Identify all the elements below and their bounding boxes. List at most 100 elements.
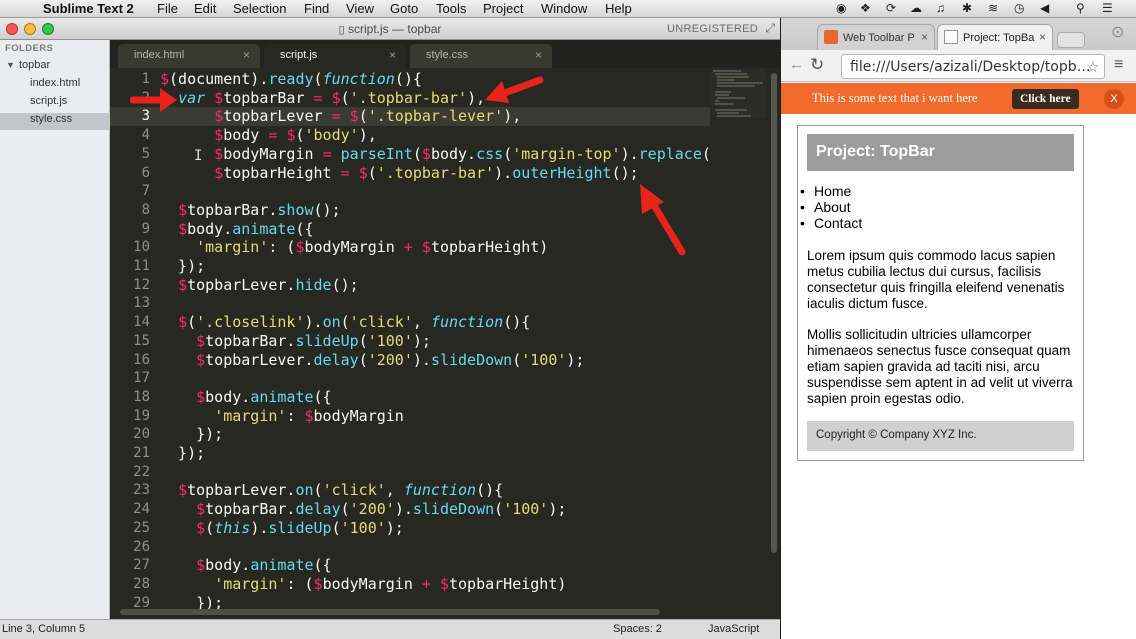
close-tab-icon[interactable]: × <box>535 48 542 62</box>
code-line[interactable]: 'margin': ($bodyMargin + $topbarHeight) <box>160 575 566 594</box>
menu-edit[interactable]: Edit <box>194 1 216 16</box>
nav-home-link[interactable]: Home <box>800 183 851 199</box>
sidebar-folder-topbar[interactable]: topbar <box>19 59 50 71</box>
sync-icon[interactable]: ⟳ <box>886 1 896 15</box>
close-tab-icon[interactable]: × <box>921 30 928 44</box>
back-arrow-icon[interactable]: ← <box>789 56 804 73</box>
reload-icon[interactable]: ↻ <box>810 55 824 75</box>
code-line[interactable]: $topbarHeight = $('.topbar-bar').outerHe… <box>160 164 638 183</box>
topbar-message: This is some text that i want here <box>812 91 978 105</box>
nav-about-link[interactable]: About <box>800 199 850 215</box>
bell-icon[interactable]: ♫ <box>936 1 945 15</box>
code-line[interactable]: $('.closelink').on('click', function(){ <box>160 313 530 332</box>
code-line[interactable]: $body.animate({ <box>160 220 313 239</box>
browser-tab-label: Project: TopBa <box>963 32 1035 44</box>
menu-selection[interactable]: Selection <box>233 1 286 16</box>
line-number: 18 <box>133 388 150 405</box>
close-tab-icon[interactable]: × <box>389 48 396 62</box>
indentation-setting[interactable]: Spaces: 2 <box>613 623 662 635</box>
code-line[interactable]: var $topbarBar = $('.topbar-bar'), <box>160 89 485 108</box>
topbar-close-button[interactable]: X <box>1104 89 1124 109</box>
code-line[interactable]: $body.animate({ <box>160 556 331 575</box>
line-number: 15 <box>133 332 150 349</box>
tab-label: style.css <box>426 49 469 61</box>
code-line[interactable]: $bodyMargin = parseInt($body.css('margin… <box>160 145 711 164</box>
menu-goto[interactable]: Goto <box>390 1 418 16</box>
code-line[interactable]: $body.animate({ <box>160 388 331 407</box>
vertical-scrollbar[interactable] <box>771 73 777 553</box>
profile-icon[interactable]: ⊙ <box>1111 22 1124 42</box>
menu-help[interactable]: Help <box>605 1 632 16</box>
fullscreen-icon[interactable]: ⤢ <box>765 21 775 36</box>
sidebar-file-index[interactable]: index.html <box>30 77 80 89</box>
code-editor[interactable]: 1234567891011121314151617181920212223242… <box>110 68 780 619</box>
page-footer: Copyright © Company XYZ Inc. <box>807 421 1074 451</box>
line-number: 13 <box>133 295 150 312</box>
browser-tab-project-topbar[interactable]: Project: TopBa × <box>937 24 1053 50</box>
line-number: 26 <box>133 538 150 555</box>
close-tab-icon[interactable]: × <box>243 48 250 62</box>
bluetooth-icon[interactable]: ✱ <box>962 1 972 15</box>
code-line[interactable]: $body = $('body'), <box>160 126 377 145</box>
wifi-icon[interactable]: ≋ <box>988 1 998 15</box>
menu-tools[interactable]: Tools <box>436 1 466 16</box>
line-number: 4 <box>141 127 150 144</box>
folder-disclosure-icon[interactable]: ▼ <box>6 60 15 70</box>
close-tab-icon[interactable]: × <box>1039 30 1046 44</box>
code-line[interactable]: $topbarBar.slideUp('100'); <box>160 332 431 351</box>
menu-find[interactable]: Find <box>304 1 329 16</box>
code-line[interactable]: 'margin': ($bodyMargin + $topbarHeight) <box>160 238 548 257</box>
menubar: Sublime Text 2 File Edit Selection Find … <box>0 0 1136 18</box>
code-line[interactable]: $(document).ready(function(){ <box>160 70 422 89</box>
menu-file[interactable]: File <box>157 1 178 16</box>
code-line[interactable]: $topbarLever.on('click', function(){ <box>160 481 503 500</box>
list-icon[interactable]: ☰ <box>1102 1 1113 15</box>
minimap[interactable] <box>711 68 766 118</box>
code-line[interactable]: $(this).slideUp('100'); <box>160 519 404 538</box>
browser-toolbar: ← ↻ file:///Users/azizali/Desktop/topb… … <box>781 50 1136 82</box>
line-number: 25 <box>133 519 150 536</box>
menu-project[interactable]: Project <box>483 1 523 16</box>
code-line[interactable]: $topbarLever.hide(); <box>160 276 359 295</box>
bookmark-star-icon[interactable]: ☆ <box>1086 58 1099 76</box>
menu-view[interactable]: View <box>346 1 374 16</box>
dropbox-icon[interactable]: ❖ <box>860 1 871 15</box>
code-line[interactable]: }); <box>160 444 205 463</box>
code-line[interactable]: }); <box>160 257 205 276</box>
tab-bar: index.html × script.js × style.css × <box>110 40 780 68</box>
tab-style-css[interactable]: style.css × <box>410 44 552 68</box>
code-line[interactable]: $topbarLever = $('.topbar-lever'), <box>160 107 521 126</box>
tab-script-js[interactable]: script.js × <box>264 44 406 68</box>
topbar-click-here-button[interactable]: Click here <box>1012 89 1079 109</box>
nav-contact-link[interactable]: Contact <box>800 215 862 231</box>
browser-tab-web-toolbar[interactable]: Web Toolbar P × <box>817 24 935 50</box>
address-bar[interactable]: file:///Users/azizali/Desktop/topb… <box>841 54 1105 79</box>
paragraph-1: Lorem ipsum quis commodo lacus sapien me… <box>807 248 1065 311</box>
new-tab-button[interactable] <box>1057 32 1085 48</box>
volume-icon[interactable]: ◀ <box>1040 1 1049 15</box>
favicon-icon <box>824 30 838 44</box>
cloud-icon[interactable]: ☁ <box>910 1 922 15</box>
code-line[interactable]: 'margin': $bodyMargin <box>160 407 404 426</box>
code-line[interactable]: }); <box>160 425 223 444</box>
syntax-setting[interactable]: JavaScript <box>708 623 759 635</box>
code-line[interactable]: $topbarBar.show(); <box>160 201 341 220</box>
menu-window[interactable]: Window <box>541 1 587 16</box>
code-line[interactable]: $topbarLever.delay('200').slideDown('100… <box>160 351 584 370</box>
menu-icon[interactable]: ≡ <box>1114 56 1123 74</box>
sidebar-file-script[interactable]: script.js <box>30 95 67 107</box>
tab-index-html[interactable]: index.html × <box>118 44 260 68</box>
page-header: Project: TopBar <box>807 134 1074 171</box>
line-number: 10 <box>133 239 150 256</box>
horizontal-scrollbar[interactable] <box>120 609 660 615</box>
record-icon[interactable]: ◉ <box>836 1 846 15</box>
sidebar-file-style[interactable]: style.css <box>30 113 72 125</box>
sidebar: FOLDERS ▼ topbar index.html script.js st… <box>0 40 110 620</box>
line-number: 19 <box>133 407 150 424</box>
menu-app-name[interactable]: Sublime Text 2 <box>43 1 134 16</box>
search-icon[interactable]: ⚲ <box>1076 1 1085 15</box>
sublime-window: ▯ script.js — topbar UNREGISTERED ⤢ FOLD… <box>0 18 780 639</box>
clock-icon[interactable]: ◷ <box>1014 1 1024 15</box>
page-icon <box>944 30 958 44</box>
code-line[interactable]: $topbarBar.delay('200').slideDown('100')… <box>160 500 566 519</box>
